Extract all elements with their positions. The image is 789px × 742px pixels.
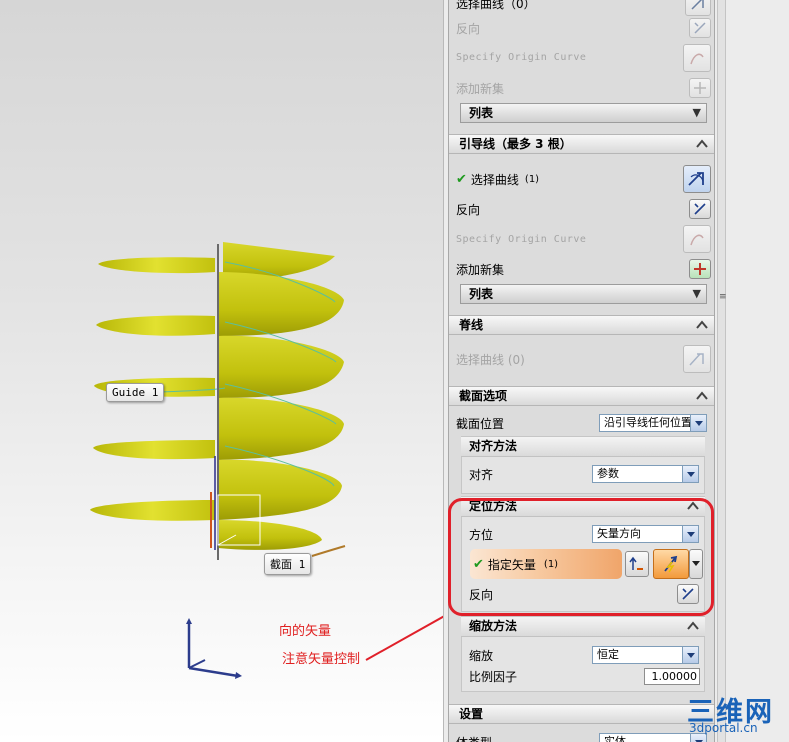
scaling-header[interactable]: 缩放方法 <box>461 617 705 637</box>
section-options-header[interactable]: 截面选项 <box>449 386 714 406</box>
collapse-icon <box>696 139 708 148</box>
section-position-dropdown[interactable]: 沿引导线任何位置 <box>599 414 707 432</box>
guide-list-label: 列表 <box>469 287 494 301</box>
ratio-label: 比例因子 <box>469 669 518 684</box>
guide-list-toggle[interactable]: 列表 ▼ <box>460 284 707 304</box>
section-list-toggle[interactable]: 列表 ▼ <box>460 103 707 123</box>
section-add-new-set-row: 添加新集 <box>456 77 711 99</box>
align-dropdown[interactable]: 参数 <box>592 465 699 483</box>
scaling-title: 缩放方法 <box>469 619 518 633</box>
check-icon: ✔ <box>456 171 467 187</box>
align-label: 对齐 <box>469 467 494 482</box>
guide-add-new-set-button[interactable] <box>689 259 711 279</box>
guide-origin-curve-label: Specify Origin Curve <box>456 233 587 245</box>
annotation-note-line2: 注意矢量控制 <box>282 652 361 667</box>
sweep-dialog: 选择曲线（0） 反向 Specify Origin Curve 添加新集 列表 <box>448 0 715 742</box>
scale-label: 缩放 <box>469 648 494 663</box>
guide-add-new-set-row: 添加新集 <box>456 258 711 280</box>
section-list-label: 列表 <box>469 106 494 120</box>
guide-origin-curve-row: Specify Origin Curve <box>456 225 711 253</box>
dialog-scrollbar[interactable]: ≡ <box>717 0 727 742</box>
section-select-curve-label: 选择曲线（0） <box>456 0 536 11</box>
helix-surface-model <box>90 242 443 679</box>
body-type-value: 实体 <box>604 735 626 742</box>
align-value: 参数 <box>597 467 619 480</box>
section-origin-curve-button[interactable] <box>683 44 711 72</box>
spine-group-title: 脊线 <box>459 318 484 332</box>
annotation-pointer <box>365 615 443 661</box>
section-add-new-set-label: 添加新集 <box>456 81 505 96</box>
spine-select-curve-button[interactable] <box>683 345 711 373</box>
chevron-down-icon: ▼ <box>692 106 701 119</box>
collapse-icon <box>696 391 708 400</box>
spine-select-curve-row: 选择曲线 (0) <box>456 345 711 373</box>
guide-select-curve-row[interactable]: ✔ 选择曲线 (1) <box>456 165 711 193</box>
origin-curve-icon <box>690 234 704 246</box>
section-position-value: 沿引导线任何位置 <box>604 416 692 429</box>
section-reverse-button[interactable] <box>689 18 711 38</box>
guide-group-title: 引导线（最多 3 根） <box>459 137 572 151</box>
watermark-logo: 三维网 3dportal.cn <box>687 690 783 740</box>
guide-select-curve-button[interactable] <box>683 165 711 193</box>
guide-select-curve-label: 选择曲线 <box>470 172 519 187</box>
section-reverse-label: 反向 <box>456 21 481 36</box>
settings-title: 设置 <box>459 707 484 721</box>
guide-origin-curve-button[interactable] <box>683 225 711 253</box>
section-1-label[interactable]: 截面 1 <box>264 553 312 575</box>
guide-reverse-row: 反向 <box>456 198 711 220</box>
section-origin-curve-row: Specify Origin Curve <box>456 44 711 72</box>
reverse-direction-icon <box>694 22 706 34</box>
section-options-title: 截面选项 <box>459 389 508 403</box>
guide-select-curve-count: (1) <box>524 173 540 185</box>
body-type-label: 体类型 <box>456 734 492 742</box>
annotation-note-line1: 向的矢量 <box>279 624 332 639</box>
scale-dropdown[interactable]: 恒定 <box>592 646 699 664</box>
scrollbar-grip[interactable]: ≡ <box>719 293 727 302</box>
spine-select-curve-label: 选择曲线 (0) <box>456 352 525 367</box>
dropdown-arrow-icon <box>690 415 706 431</box>
guide-add-new-set-label: 添加新集 <box>456 262 505 277</box>
select-curve-button[interactable] <box>685 0 711 16</box>
sweep-dialog-panel: 选择曲线（0） 反向 Specify Origin Curve 添加新集 列表 <box>443 0 789 742</box>
scale-value: 恒定 <box>597 648 619 661</box>
dropdown-arrow-icon <box>682 466 698 482</box>
add-set-icon <box>694 82 706 94</box>
section-origin-curve-label: Specify Origin Curve <box>456 51 587 63</box>
curve-select-icon <box>691 0 704 10</box>
collapse-icon <box>687 621 699 630</box>
settings-header[interactable]: 设置 <box>449 704 714 724</box>
watermark-url: 3dportal.cn <box>689 721 758 735</box>
reverse-direction-icon <box>694 203 706 215</box>
section-add-new-set-button[interactable] <box>689 78 711 98</box>
alignment-title: 对齐方法 <box>469 439 518 453</box>
guide-group-header[interactable]: 引导线（最多 3 根） <box>449 134 714 154</box>
spine-group-header[interactable]: 脊线 <box>449 315 714 335</box>
add-set-icon <box>694 263 706 275</box>
graphics-viewport[interactable]: Guide 1 截面 1 向的矢量 注意矢量控制 <box>0 0 443 742</box>
alignment-header[interactable]: 对齐方法 <box>461 437 705 457</box>
guide-1-label[interactable]: Guide 1 <box>106 383 165 402</box>
wcs-triad-icon <box>186 618 242 679</box>
curve-select-icon <box>688 172 704 186</box>
dropdown-arrow-icon <box>682 647 698 663</box>
guide-reverse-button[interactable] <box>689 199 711 219</box>
annotation-highlight-box <box>448 498 714 616</box>
curve-select-icon <box>689 353 704 366</box>
ratio-input[interactable]: 1.00000 <box>644 668 700 685</box>
chevron-down-icon: ▼ <box>692 287 701 300</box>
section-select-curve-row: 选择曲线（0） <box>456 0 711 16</box>
guide-reverse-label: 反向 <box>456 202 481 217</box>
origin-curve-icon <box>690 53 704 65</box>
collapse-icon <box>696 320 708 329</box>
section-position-label: 截面位置 <box>456 416 505 431</box>
section-reverse-row: 反向 <box>456 17 711 39</box>
